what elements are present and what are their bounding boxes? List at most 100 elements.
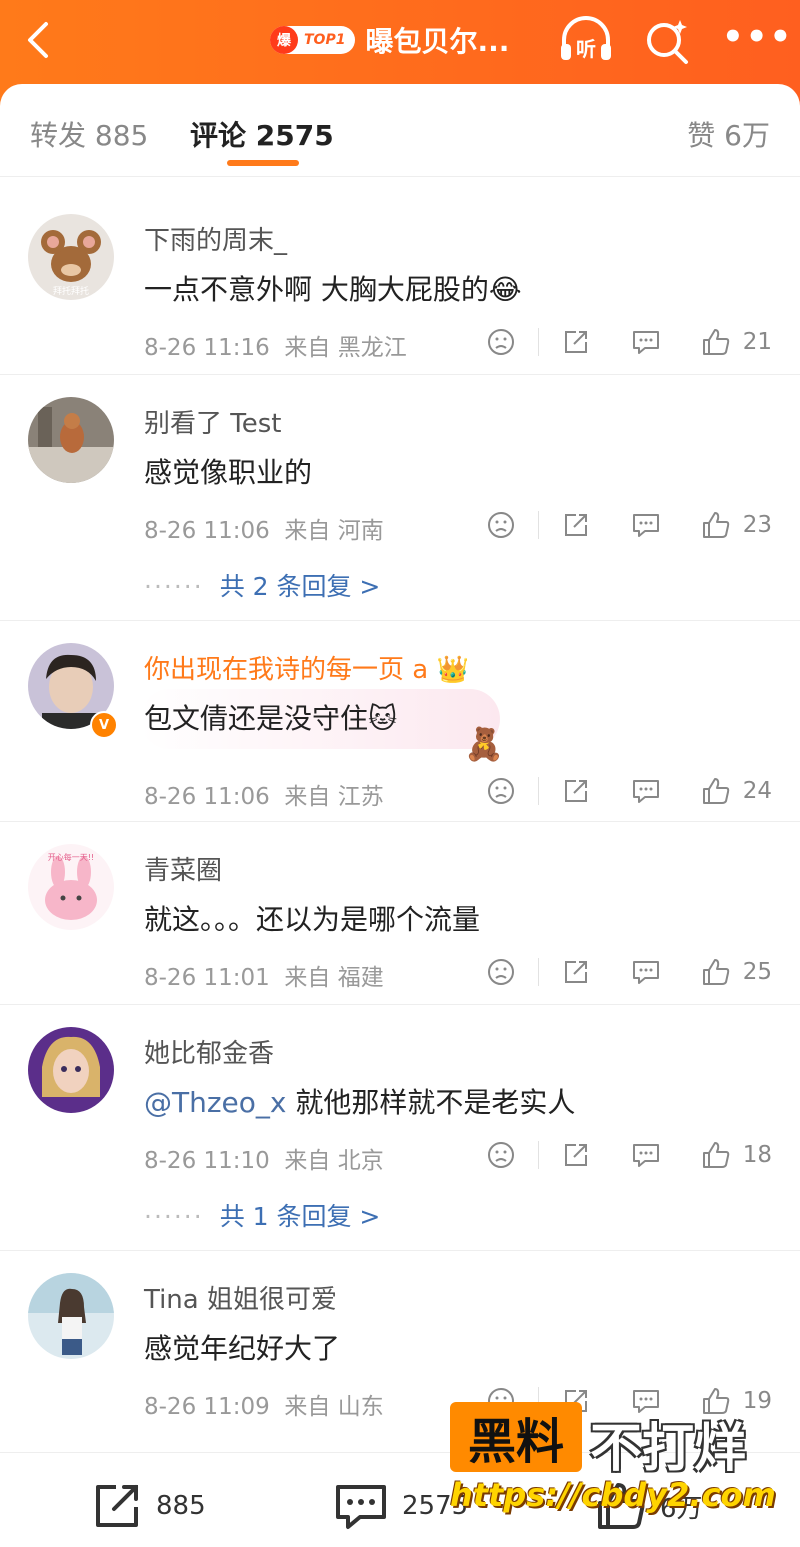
comment-item: 拜托拜托 下雨的周末_ 一点不意外啊 大胸大屁股的😂 8-26 11:16 来自… xyxy=(0,192,800,375)
username[interactable]: 青菜圈 xyxy=(144,850,222,887)
tab-forward[interactable]: 转发 885 xyxy=(30,114,148,154)
dislike-face-icon[interactable] xyxy=(484,508,518,542)
username[interactable]: 别看了 Test xyxy=(144,403,281,440)
reply-icon[interactable] xyxy=(629,508,663,542)
comment-text: 就这。。。还以为是哪个流量 xyxy=(144,903,481,936)
comment-body: 就他那样就不是老实人 xyxy=(286,1086,576,1119)
comment-meta: 8-26 11:10 来自 北京 xyxy=(144,1141,384,1175)
comment-item: 别看了 Test 感觉像职业的 8-26 11:06 来自 河南 23 ····… xyxy=(0,375,800,621)
view-replies-link[interactable]: ······ 共 1 条回复 > xyxy=(144,1197,380,1233)
back-button[interactable] xyxy=(18,18,62,62)
reply-dots: ······ xyxy=(144,1202,204,1231)
avatar[interactable]: 拜托拜托 xyxy=(28,214,114,300)
avatar-caption: 拜托拜托 xyxy=(53,285,89,297)
dislike-face-icon[interactable] xyxy=(484,955,518,989)
cat-emoji-icon: 🐱 xyxy=(368,702,398,735)
avatar-bunny-image: 开心每一天!! xyxy=(28,844,114,930)
dislike-face-icon[interactable] xyxy=(484,325,518,359)
forward-button[interactable]: 885 xyxy=(92,1481,206,1531)
avatar[interactable]: 开心每一天!! xyxy=(28,844,114,930)
listen-button[interactable]: 听 xyxy=(558,14,614,66)
reply-icon[interactable] xyxy=(629,325,663,359)
share-icon[interactable] xyxy=(559,325,593,359)
thumbs-up-icon[interactable] xyxy=(699,325,733,359)
search-sparkle-icon xyxy=(647,20,688,64)
verified-badge-icon: V xyxy=(90,711,118,739)
avatar-image xyxy=(28,1027,114,1113)
comment-location: 来自 山东 xyxy=(284,1394,384,1420)
tab-likes[interactable]: 赞 6万 xyxy=(687,114,770,154)
share-icon xyxy=(96,1485,138,1527)
comment-text: 一点不意外啊 大胸大屁股的😂 xyxy=(144,268,522,308)
more-icon[interactable]: ••• xyxy=(722,20,791,60)
reply-count: 共 2 条回复 > xyxy=(219,572,381,601)
comment-item: V 你出现在我诗的每一页 a 👑 包文倩还是没守住🐱 🧸 8-26 11:06 … xyxy=(0,621,800,822)
avatar[interactable] xyxy=(28,1273,114,1359)
comment-time: 8-26 11:10 xyxy=(144,1148,270,1174)
username[interactable]: 你出现在我诗的每一页 a 👑 xyxy=(144,649,469,686)
reply-icon[interactable] xyxy=(629,774,663,808)
like-count: 24 xyxy=(742,778,772,804)
bear-sticker-icon: 🧸 xyxy=(464,725,504,763)
divider xyxy=(537,511,539,539)
comment-actions: 25 xyxy=(484,952,772,992)
avatar-image xyxy=(28,1273,114,1359)
comment-text: 感觉像职业的 xyxy=(144,456,313,489)
chevron-left-icon xyxy=(28,22,48,58)
username[interactable]: 下雨的周末_ xyxy=(144,220,287,257)
thumbs-up-icon[interactable] xyxy=(699,1138,733,1172)
share-icon[interactable] xyxy=(559,955,593,989)
username[interactable]: 她比郁金香 xyxy=(144,1033,274,1070)
reply-dots: ······ xyxy=(144,572,204,601)
comment-body: 一点不意外啊 大胸大屁股的 xyxy=(144,273,489,306)
username[interactable]: Tina 姐姐很可爱 xyxy=(144,1279,337,1316)
comment-meta: 8-26 11:09 来自 山东 xyxy=(144,1387,384,1421)
reply-icon[interactable] xyxy=(629,955,663,989)
comment-actions: 24 xyxy=(484,771,772,811)
divider xyxy=(537,328,539,356)
thumbs-up-icon[interactable] xyxy=(699,955,733,989)
watermark: 黑料 不打烊 https://cbdy2.com xyxy=(450,1402,780,1522)
fire-icon: 爆 xyxy=(270,26,298,54)
comment-button[interactable]: 2575 xyxy=(334,1481,468,1531)
hot-topic-title[interactable]: 爆 TOP1 曝包贝尔... xyxy=(270,18,509,62)
comment-list: 拜托拜托 下雨的周末_ 一点不意外啊 大胸大屁股的😂 8-26 11:16 来自… xyxy=(0,192,800,1431)
share-icon[interactable] xyxy=(559,774,593,808)
reply-icon[interactable] xyxy=(629,1138,663,1172)
tab-bar: 转发 885 评论 2575 赞 6万 xyxy=(0,84,800,177)
reply-count: 共 1 条回复 > xyxy=(219,1202,381,1231)
comment-location: 来自 福建 xyxy=(284,965,384,991)
forward-count: 885 xyxy=(156,1491,206,1521)
search-button[interactable] xyxy=(642,16,692,66)
mention-link[interactable]: @Thzeo_x xyxy=(144,1086,286,1119)
comment-meta: 8-26 11:01 来自 福建 xyxy=(144,958,384,992)
comment-time: 8-26 11:06 xyxy=(144,784,270,810)
username-text: 你出现在我诗的每一页 a xyxy=(144,655,429,685)
avatar[interactable] xyxy=(28,1027,114,1113)
like-count: 25 xyxy=(742,959,772,985)
share-icon[interactable] xyxy=(559,1138,593,1172)
dislike-face-icon[interactable] xyxy=(484,774,518,808)
divider xyxy=(537,1141,539,1169)
view-replies-link[interactable]: ······ 共 2 条回复 > xyxy=(144,567,380,603)
hot-badge: 爆 TOP1 xyxy=(270,26,356,54)
dislike-face-icon[interactable] xyxy=(484,1138,518,1172)
watermark-box: 黑料 xyxy=(450,1402,582,1472)
thumbs-up-icon[interactable] xyxy=(699,508,733,542)
like-count: 18 xyxy=(742,1142,772,1168)
headphones-icon: 听 xyxy=(561,16,611,61)
comment-item: 她比郁金香 @Thzeo_x 就他那样就不是老实人 8-26 11:10 来自 … xyxy=(0,1005,800,1251)
comment-time: 8-26 11:06 xyxy=(144,518,270,544)
comment-location: 来自 江苏 xyxy=(284,784,384,810)
comment-location: 来自 北京 xyxy=(284,1148,384,1174)
laughing-emoji-icon: 😂 xyxy=(488,273,522,306)
tab-comments[interactable]: 评论 2575 xyxy=(190,114,334,154)
comment-location: 来自 河南 xyxy=(284,518,384,544)
watermark-text: 不打烊 xyxy=(590,1419,747,1479)
divider xyxy=(537,958,539,986)
thumbs-up-icon[interactable] xyxy=(699,774,733,808)
share-icon[interactable] xyxy=(559,508,593,542)
watermark-url: https://cbdy2.com xyxy=(450,1476,776,1514)
crown-icon: 👑 xyxy=(436,655,469,685)
avatar[interactable] xyxy=(28,397,114,483)
